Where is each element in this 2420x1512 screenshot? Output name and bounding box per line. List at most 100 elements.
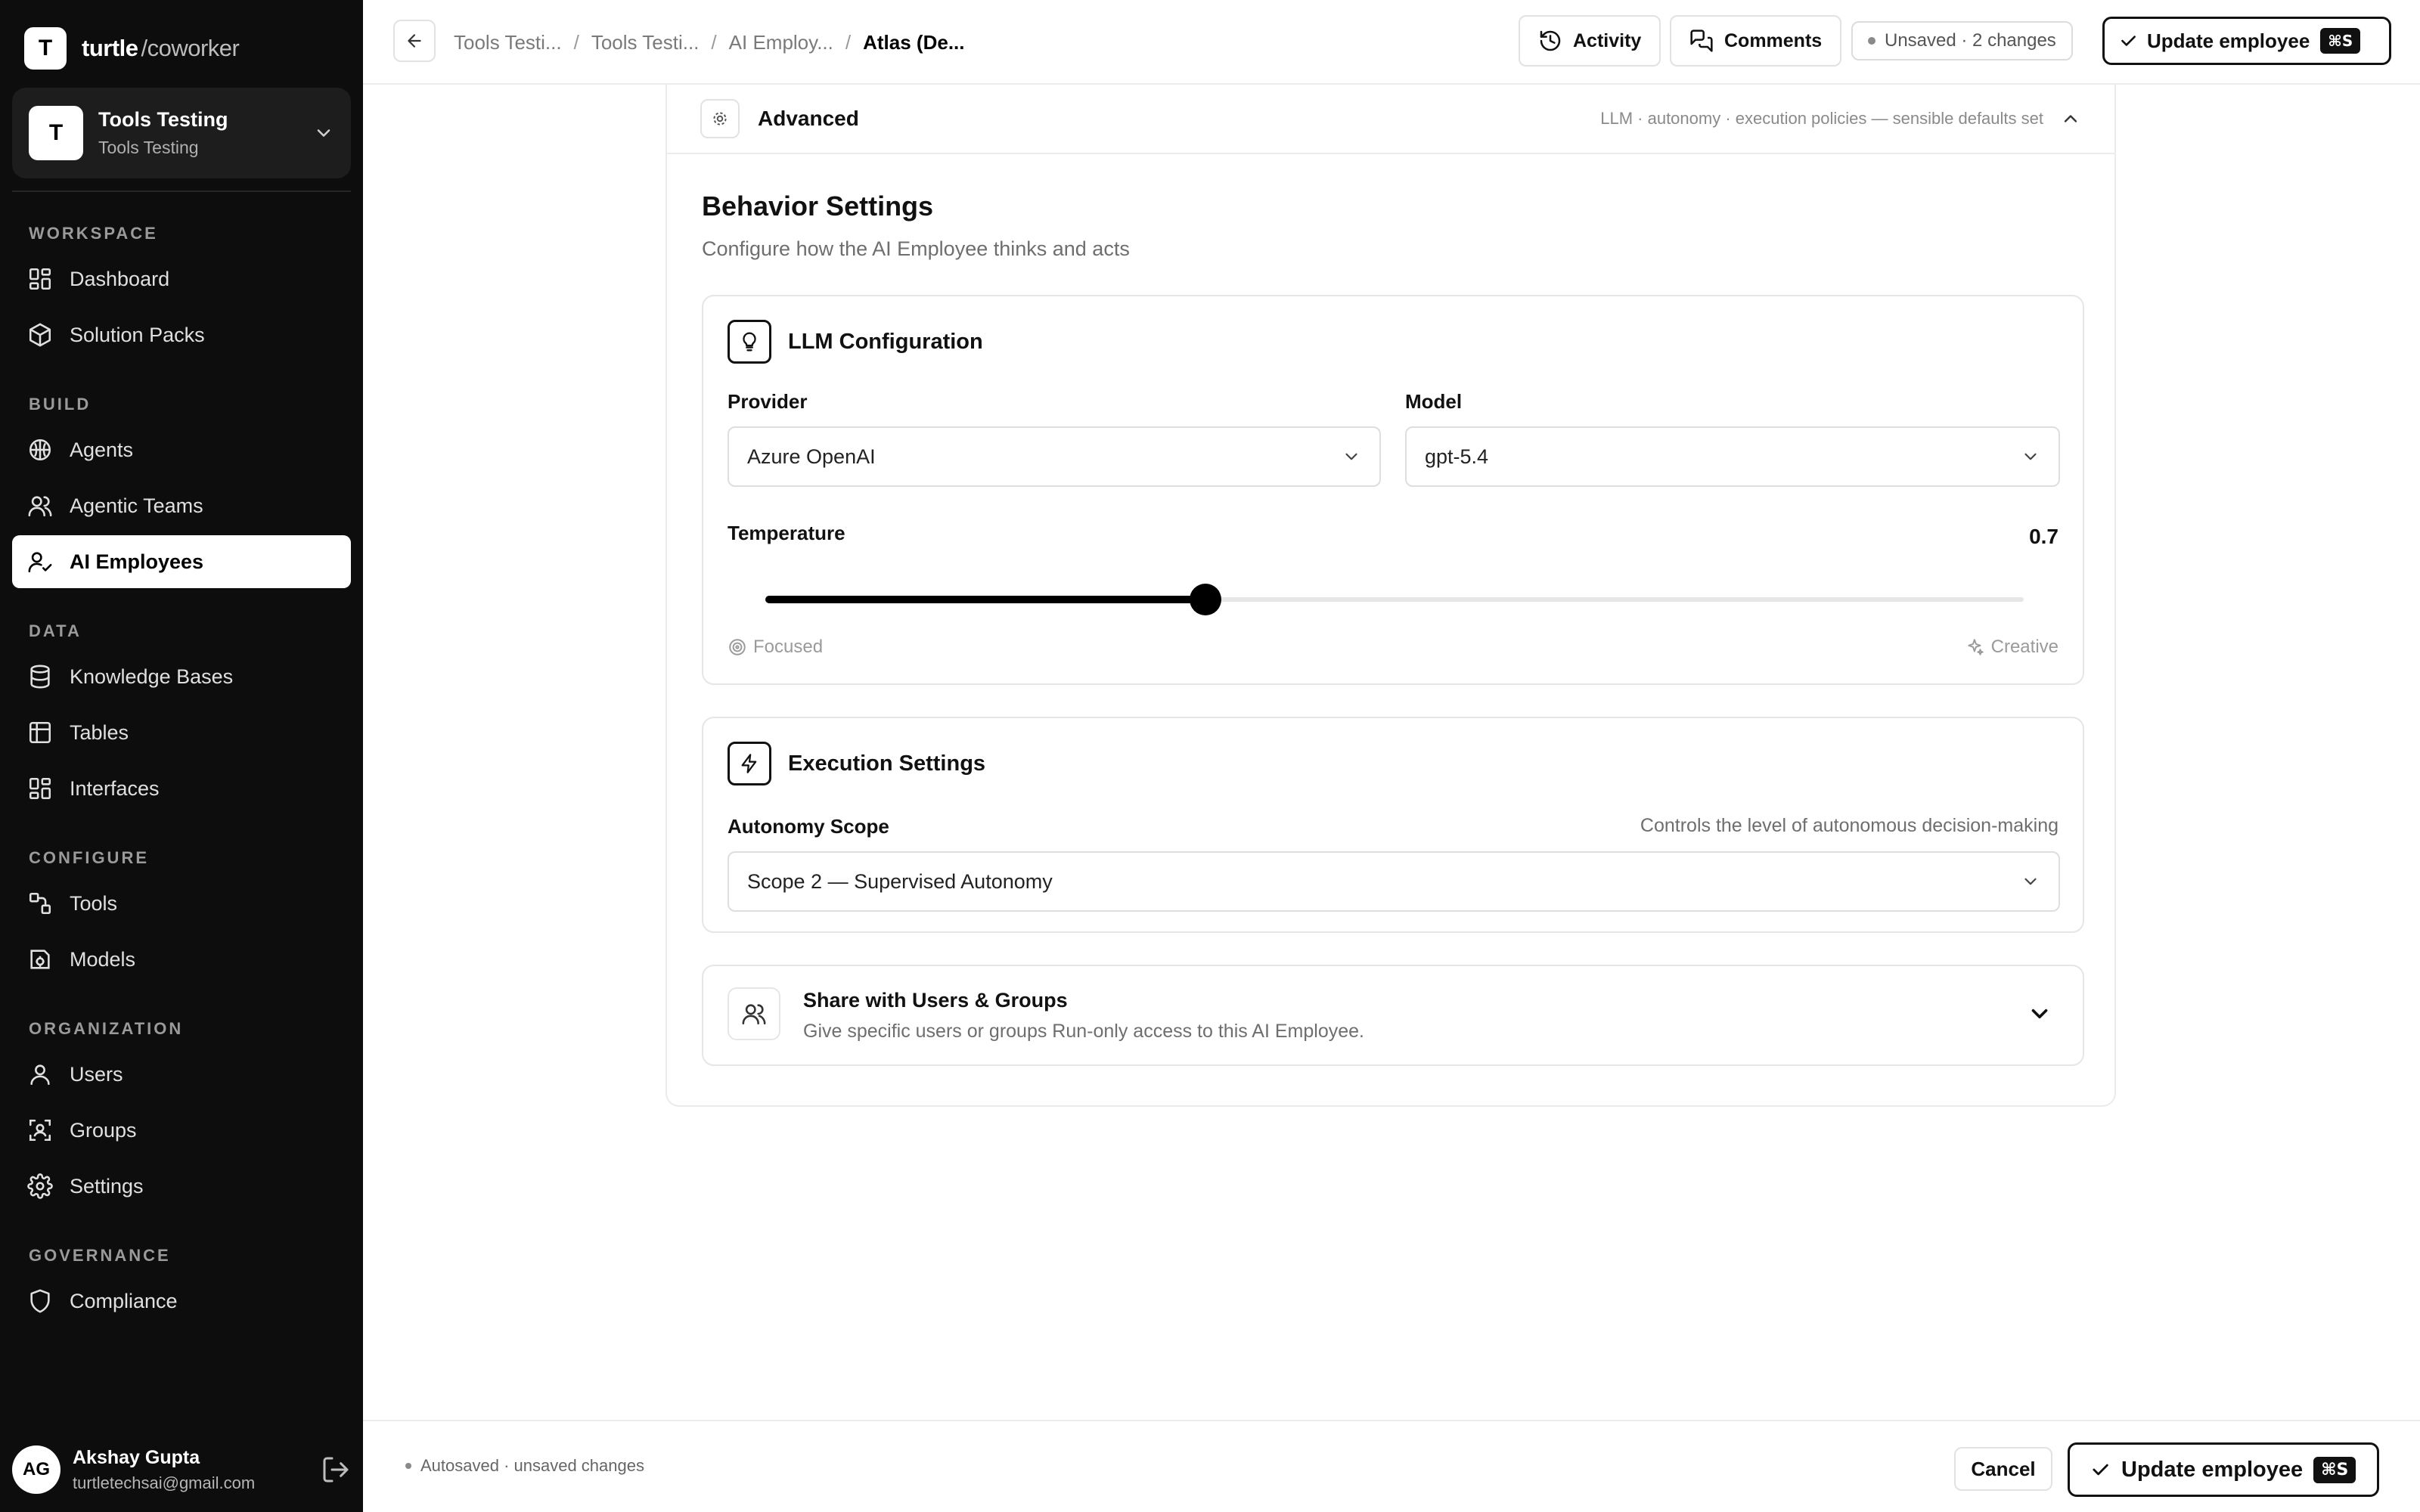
- sidebar-item-label: Agentic Teams: [70, 494, 203, 517]
- sidebar-item-agents[interactable]: Agents: [12, 423, 351, 476]
- advanced-title: Advanced: [758, 107, 859, 130]
- sidebar-item-ai-employees[interactable]: AI Employees: [12, 535, 351, 588]
- section-label-organization: ORGANIZATION: [29, 1019, 184, 1038]
- logout-icon[interactable]: [321, 1455, 351, 1485]
- execution-card-title: Execution Settings: [788, 751, 986, 776]
- sidebar-item-label: Settings: [70, 1174, 144, 1198]
- update-employee-label: Update employee: [2121, 1457, 2304, 1482]
- focused-label: Focused: [753, 637, 824, 657]
- breadcrumb-item[interactable]: AI Employ...: [729, 31, 833, 54]
- brand-main: turtle: [82, 35, 138, 61]
- user-name: Akshay Gupta: [73, 1446, 200, 1468]
- comments-label: Comments: [1724, 29, 1823, 51]
- user-profile[interactable]: AG Akshay Gupta turtletechsai@gmail.com: [12, 1439, 351, 1500]
- behavior-settings-title: Behavior Settings: [702, 191, 934, 222]
- creative-hint: Creative: [1965, 637, 2059, 658]
- sidebar-item-solution-packs[interactable]: Solution Packs: [12, 308, 351, 361]
- advanced-panel: Advanced LLM · autonomy · execution poli…: [666, 85, 2116, 1107]
- sidebar-item-label: Solution Packs: [70, 323, 205, 346]
- advanced-meta: LLM · autonomy · execution policies — se…: [1600, 109, 2043, 128]
- advanced-section-header[interactable]: Advanced LLM · autonomy · execution poli…: [667, 85, 2114, 154]
- section-label-workspace: WORKSPACE: [29, 224, 158, 243]
- llm-card-title: LLM Configuration: [788, 329, 983, 354]
- breadcrumb-item[interactable]: Tools Testi...: [454, 31, 562, 54]
- sidebar-item-label: Agents: [70, 438, 134, 461]
- user-icon: [30, 1064, 50, 1086]
- footer-bar: Autosaved · unsaved changes Cancel Updat…: [363, 1420, 2420, 1512]
- chevron-up-icon[interactable]: [2060, 108, 2081, 129]
- temperature-slider-thumb[interactable]: [1190, 584, 1222, 615]
- sidebar-item-tables[interactable]: Tables: [12, 706, 351, 759]
- creative-label: Creative: [1990, 637, 2059, 657]
- model-icon: [30, 950, 50, 969]
- cancel-button[interactable]: Cancel: [1954, 1447, 2052, 1491]
- sidebar-item-label: Tools: [70, 891, 118, 915]
- model-label: Model: [1405, 390, 1463, 413]
- breadcrumb-separator: /: [711, 30, 717, 54]
- sidebar-item-label: Tables: [70, 720, 129, 744]
- workspace-avatar: T: [29, 106, 83, 160]
- sidebar-item-interfaces[interactable]: Interfaces: [12, 762, 351, 815]
- group-icon: [29, 1119, 51, 1142]
- sidebar-item-label: Users: [70, 1062, 123, 1086]
- execution-settings-card: Execution Settings Autonomy Scope Contro…: [702, 717, 2084, 933]
- section-label-governance: GOVERNANCE: [29, 1246, 171, 1265]
- share-title: Share with Users & Groups: [803, 989, 1068, 1012]
- share-users-groups-card[interactable]: Share with Users & Groups Give specific …: [702, 965, 2084, 1066]
- section-label-configure: CONFIGURE: [29, 848, 149, 867]
- autonomy-scope-description: Controls the level of autonomous decisio…: [1640, 815, 2059, 836]
- sidebar-item-label: Groups: [70, 1118, 137, 1142]
- temperature-value: 0.7: [2029, 525, 2059, 548]
- sidebar-item-tools[interactable]: Tools: [12, 877, 351, 930]
- activity-button[interactable]: Activity: [1519, 15, 1661, 67]
- database-icon: [30, 665, 50, 689]
- chevron-down-icon[interactable]: [2027, 1001, 2052, 1027]
- check-icon: [2121, 36, 2136, 46]
- top-bar: Tools Testi... / Tools Testi... / AI Emp…: [363, 0, 2420, 85]
- sidebar-item-agentic-teams[interactable]: Agentic Teams: [12, 479, 351, 532]
- temperature-slider-fill: [765, 596, 1206, 603]
- activity-label: Activity: [1573, 29, 1642, 51]
- share-subtitle: Give specific users or groups Run-only a…: [803, 1021, 1364, 1042]
- sidebar-item-label: Interfaces: [70, 776, 160, 800]
- temperature-label: Temperature: [728, 522, 845, 544]
- sidebar-item-knowledge-bases[interactable]: Knowledge Bases: [12, 650, 351, 703]
- shortcut-badge: ⌘S: [2320, 28, 2361, 54]
- comments-button[interactable]: Comments: [1670, 15, 1842, 67]
- section-label-data: DATA: [29, 621, 82, 640]
- update-employee-button[interactable]: Update employee ⌘S: [2102, 17, 2391, 65]
- sidebar-item-settings[interactable]: Settings: [12, 1160, 351, 1213]
- sidebar-item-dashboard[interactable]: Dashboard: [12, 253, 351, 305]
- tools-icon: [29, 892, 51, 915]
- autonomy-scope-label: Autonomy Scope: [728, 815, 889, 838]
- gear-icon: [27, 1173, 53, 1199]
- sidebar-item-compliance[interactable]: Compliance: [12, 1275, 351, 1328]
- app-logo[interactable]: T turtle/coworker: [24, 27, 240, 70]
- workspace-switcher[interactable]: T Tools Testing Tools Testing: [12, 88, 351, 178]
- sparkles-icon: [1967, 639, 1984, 655]
- update-employee-button-footer[interactable]: Update employee ⌘S: [2068, 1442, 2379, 1497]
- sidebar: T turtle/coworker T Tools Testing Tools …: [0, 0, 363, 1512]
- brand-sub: /coworker: [141, 35, 240, 61]
- back-button[interactable]: [393, 20, 436, 62]
- unsaved-label: Unsaved · 2 changes: [1885, 30, 2056, 51]
- autosave-dot: [405, 1463, 411, 1469]
- sidebar-item-models[interactable]: Models: [12, 933, 351, 986]
- users-icon: [28, 496, 52, 517]
- brand-name: turtle/coworker: [82, 35, 240, 62]
- update-employee-label: Update employee: [2147, 29, 2310, 52]
- sidebar-item-users[interactable]: Users: [12, 1048, 351, 1101]
- breadcrumb-item[interactable]: Tools Testi...: [591, 31, 700, 54]
- autonomy-scope-select[interactable]: Scope 2 — Supervised Autonomy: [728, 851, 2060, 912]
- sidebar-item-groups[interactable]: Groups: [12, 1104, 351, 1157]
- model-select[interactable]: gpt-5.4: [1405, 426, 2060, 487]
- model-value: gpt-5.4: [1425, 445, 1489, 468]
- advanced-icon-box: [700, 99, 740, 138]
- dashboard-icon: [29, 268, 51, 290]
- sidebar-item-label: Dashboard: [70, 267, 170, 290]
- package-icon: [29, 323, 51, 347]
- focused-hint: Focused: [728, 637, 823, 658]
- user-check-icon: [28, 552, 52, 573]
- llm-card-header: LLM Configuration: [728, 319, 983, 364]
- provider-select[interactable]: Azure OpenAI: [728, 426, 1381, 487]
